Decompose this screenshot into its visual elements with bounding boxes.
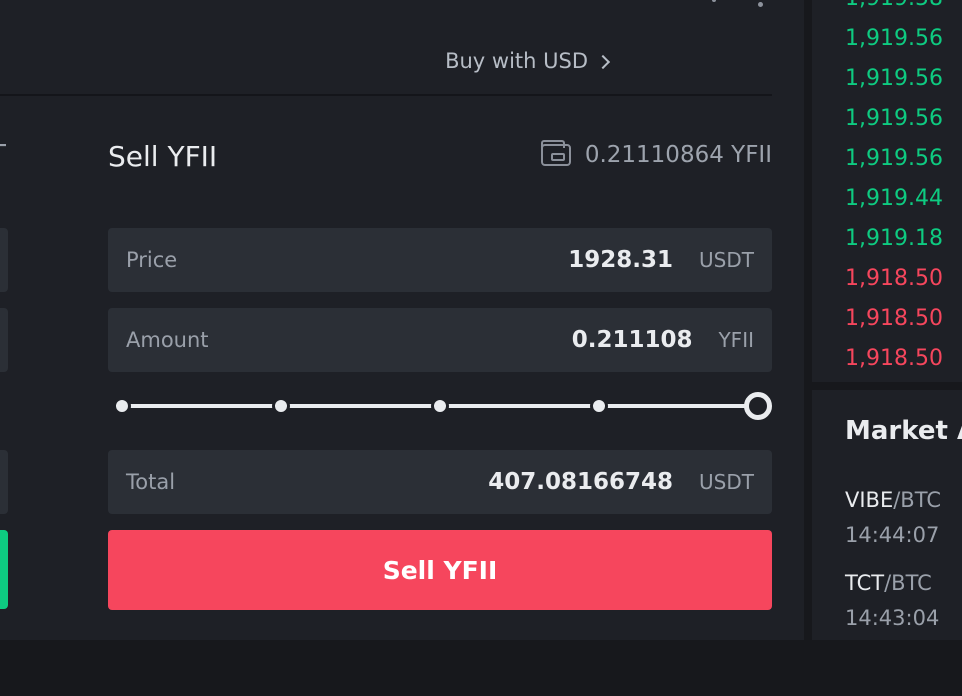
order-book-row[interactable]: 1,919.56 (845, 26, 943, 51)
price-label: Price (126, 248, 178, 272)
buy-amount-field[interactable] (0, 308, 8, 372)
chevron-right-icon (595, 54, 611, 70)
buy-price-field[interactable] (0, 228, 8, 292)
divider (0, 94, 772, 96)
order-book-row[interactable]: 1,919.44 (845, 186, 943, 211)
price-value[interactable]: 1928.31 (568, 247, 673, 273)
order-book-row[interactable]: 1,919.56 (845, 66, 943, 91)
pair-quote: /BTC (884, 571, 932, 595)
sell-title: Sell YFII (108, 140, 218, 173)
slider-step-0[interactable] (113, 397, 131, 415)
slider-step-75[interactable] (590, 397, 608, 415)
order-book-row[interactable]: 1,919.18 (845, 226, 943, 251)
buy-total-field[interactable] (0, 450, 8, 514)
market-activity-panel: Market Ac VIBE/BTC 14:44:07 TCT/BTC 14:4… (812, 390, 962, 640)
buy-with-usd-label: Buy with USD (445, 49, 588, 73)
amount-unit: YFII (718, 328, 754, 352)
total-value[interactable]: 407.08166748 (488, 469, 673, 495)
order-book-row[interactable]: 1,919.56 (845, 106, 943, 131)
total-input[interactable]: Total 407.08166748 USDT (108, 450, 772, 514)
slider-handle[interactable] (744, 392, 772, 420)
market-activity-time: 14:44:07 (845, 523, 940, 547)
pair-base: TCT (845, 571, 885, 595)
order-book-row[interactable]: 1,918.50 (845, 306, 943, 331)
available-balance: 0.21110864 YFII (540, 140, 772, 168)
order-book-row[interactable]: 1,919.58 (845, 0, 943, 11)
order-book: 1,919.58 1,919.56 1,919.56 1,919.56 1,919.56… (812, 0, 962, 382)
trading-screen: Buy with USD T Sell YFII 0.21110864 YFII… (0, 0, 962, 696)
pair-quote: /BTC (893, 488, 941, 512)
amount-value[interactable]: 0.211108 (572, 327, 693, 353)
buy-with-usd-link[interactable]: Buy with USD (445, 49, 611, 73)
wallet-icon (540, 140, 571, 166)
market-activity-title: Market Ac (845, 416, 962, 446)
total-label: Total (126, 470, 176, 494)
balance-value: 0.21110864 YFII (584, 142, 772, 168)
price-unit: USDT (699, 248, 754, 272)
buy-title-fragment: T (0, 140, 6, 170)
pair-base: VIBE (845, 488, 894, 512)
slider-step-50[interactable] (431, 397, 449, 415)
total-unit: USDT (699, 470, 754, 494)
order-book-row[interactable]: 1,918.50 (845, 346, 943, 371)
amount-label: Amount (126, 328, 209, 352)
market-activity-pair[interactable]: TCT/BTC (845, 571, 932, 595)
buy-button[interactable] (0, 530, 8, 609)
trade-panel: Buy with USD T Sell YFII 0.21110864 YFII… (0, 0, 804, 640)
slider-step-25[interactable] (272, 397, 290, 415)
market-activity-time: 14:43:04 (845, 606, 940, 630)
amount-input[interactable]: Amount 0.211108 YFII (108, 308, 772, 372)
price-input[interactable]: Price 1928.31 USDT (108, 228, 772, 292)
bottom-bar (0, 640, 962, 696)
order-book-row[interactable]: 1,918.50 (845, 266, 943, 291)
order-book-row[interactable]: 1,919.56 (845, 146, 943, 171)
more-options-icon[interactable] (712, 0, 766, 10)
sell-button[interactable]: Sell YFII (108, 530, 772, 610)
amount-slider[interactable] (113, 388, 774, 424)
market-activity-pair[interactable]: VIBE/BTC (845, 488, 941, 512)
